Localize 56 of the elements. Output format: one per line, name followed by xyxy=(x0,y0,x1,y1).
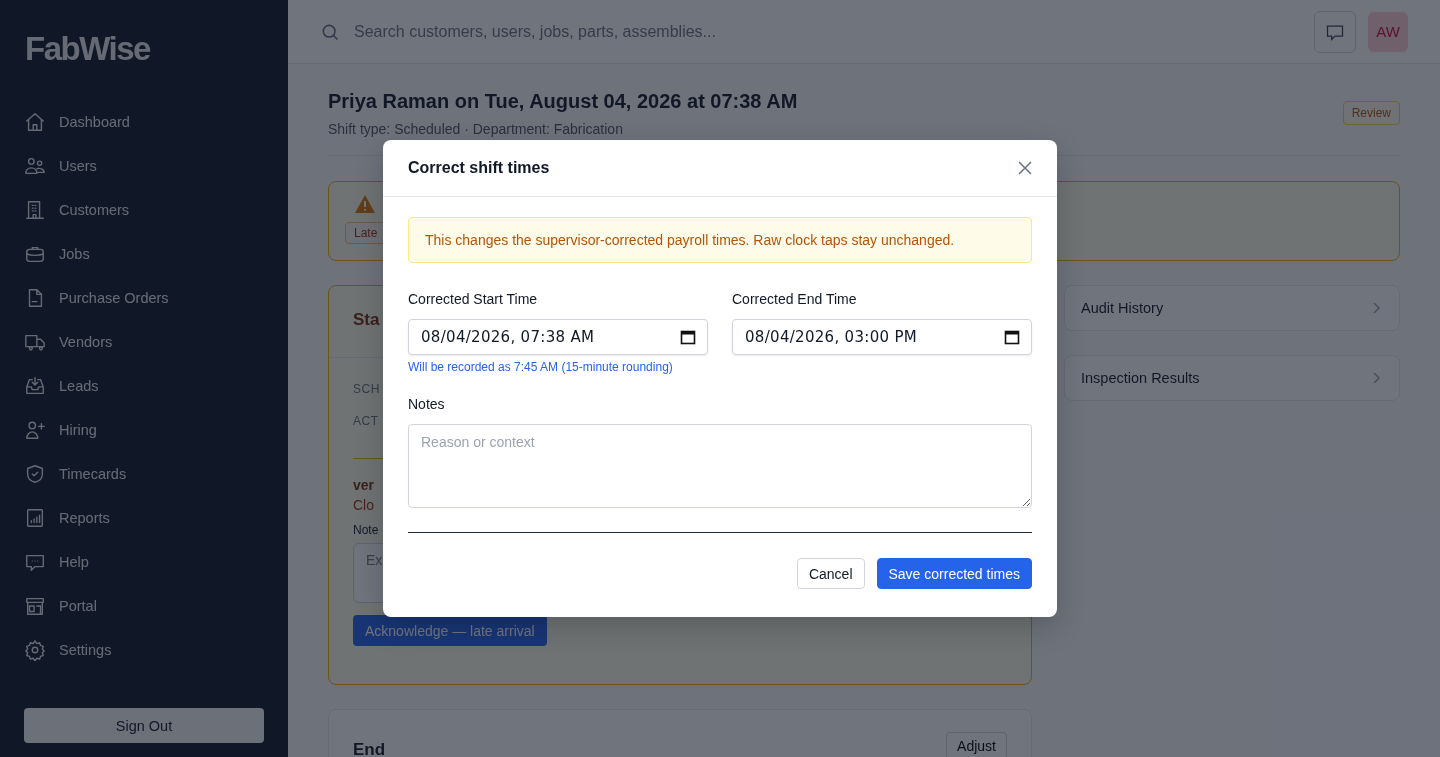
adjust-button[interactable]: Adjust xyxy=(946,732,1007,757)
nav-item[interactable]: Vendors xyxy=(59,334,113,350)
sign-out-button[interactable]: Sign Out xyxy=(24,708,264,743)
acknowledge-button[interactable]: Acknowledge — late arrival xyxy=(353,615,547,646)
nav-item[interactable]: Help xyxy=(59,554,89,570)
field-label: ACT xyxy=(353,414,379,428)
nav-icon xyxy=(24,639,46,661)
notice-banner: This changes the supervisor-corrected payroll times. Raw clock taps stay unchanged. xyxy=(408,217,1032,263)
notes-field[interactable]: Reason or context xyxy=(408,424,1032,508)
nav-item[interactable]: Reports xyxy=(59,510,110,526)
nav-item[interactable]: Dashboard xyxy=(59,114,130,130)
status-badge: Review xyxy=(1342,101,1400,125)
cancel-button[interactable]: Cancel xyxy=(796,558,865,589)
note-label: Note xyxy=(353,523,379,537)
user-avatar[interactable]: AW xyxy=(1368,11,1408,52)
rounding-hint: Will be recorded as 7:45 AM (15-minute rounding) xyxy=(408,360,673,374)
chat-button[interactable] xyxy=(1314,10,1356,53)
save-button[interactable]: Save corrected times xyxy=(876,558,1032,589)
nav-icon xyxy=(24,155,46,177)
logo: FabWise xyxy=(25,30,150,68)
nav-icon xyxy=(24,463,46,485)
field-label: Corrected End Time xyxy=(732,291,857,307)
field-label: Notes xyxy=(408,396,445,412)
page-subtitle: Shift type: Scheduled · Department: Fabrication xyxy=(328,121,624,137)
nav-icon xyxy=(24,375,46,397)
nav-item[interactable]: Hiring xyxy=(59,422,97,438)
nav-icon xyxy=(24,507,46,529)
date-time-field[interactable]: 08/04/2026, 03:00 PM xyxy=(732,319,1032,355)
section-link[interactable]: Inspection Results xyxy=(1064,355,1400,401)
card-title: Sta xyxy=(353,310,380,329)
search-field[interactable]: Search customers, users, jobs, parts, assemblies... xyxy=(352,21,1302,42)
nav-item[interactable]: Purchase Orders xyxy=(59,290,169,306)
field-label: SCH xyxy=(353,382,380,396)
calendar-icon[interactable] xyxy=(680,329,696,345)
dialog-title: Correct shift times xyxy=(408,159,550,177)
nav-icon xyxy=(24,199,46,221)
exception-text: Clo xyxy=(353,497,374,513)
nav-item[interactable]: Customers xyxy=(59,202,130,218)
field-label: Corrected Start Time xyxy=(408,291,538,307)
nav-item[interactable]: Settings xyxy=(59,642,112,658)
date-time-field[interactable]: 08/04/2026, 07:38 AM xyxy=(408,319,708,355)
nav-icon xyxy=(24,595,46,617)
nav-item[interactable]: Timecards xyxy=(59,466,127,482)
warning-icon xyxy=(355,195,375,213)
nav-item[interactable]: Leads xyxy=(59,378,99,394)
calendar-icon[interactable] xyxy=(1004,329,1020,345)
nav-item[interactable]: Users xyxy=(59,158,97,174)
nav-icon xyxy=(24,419,46,441)
card-title: End xyxy=(353,740,386,757)
close-icon[interactable] xyxy=(1017,160,1033,176)
nav-icon xyxy=(24,111,46,133)
nav-item[interactable]: Jobs xyxy=(59,246,90,262)
exception-title: ver xyxy=(353,477,375,493)
section-link[interactable]: Audit History xyxy=(1064,285,1400,331)
page-title: Priya Raman on Tue, August 04, 2026 at 07:38 AM xyxy=(328,90,798,113)
nav-item[interactable]: Portal xyxy=(59,598,97,614)
